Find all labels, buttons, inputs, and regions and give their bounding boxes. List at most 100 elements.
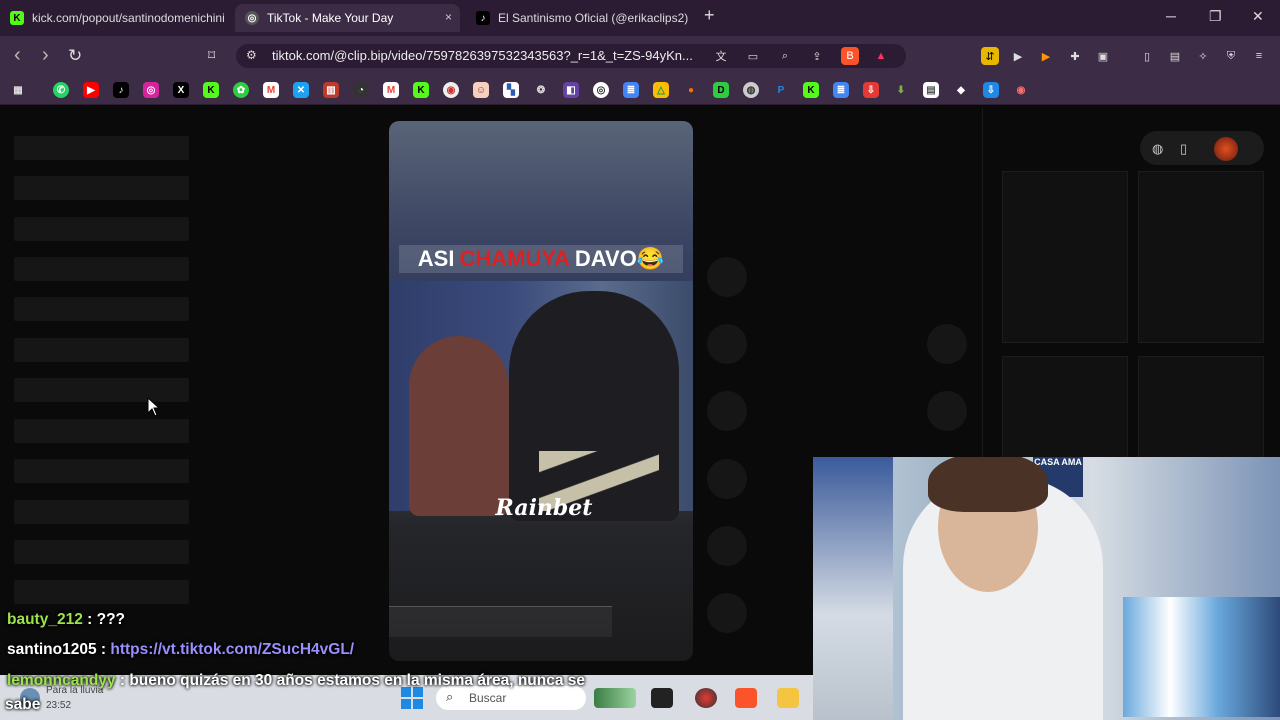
translate-icon[interactable]: 文: [712, 47, 730, 65]
chat-username[interactable]: santino1205: [7, 641, 97, 658]
device-icon[interactable]: ▯: [1180, 141, 1187, 157]
brave-taskbar-icon[interactable]: [735, 688, 757, 708]
forward-button[interactable]: ›: [42, 44, 49, 67]
search-placeholder: Buscar: [469, 691, 507, 705]
thumbnail-placeholder[interactable]: [1138, 171, 1264, 343]
leo-ai-icon[interactable]: ✧: [1194, 47, 1212, 65]
file-explorer-icon[interactable]: [777, 688, 799, 708]
task-view-icon[interactable]: [651, 688, 673, 708]
media-icon[interactable]: ▶: [1037, 47, 1055, 65]
bookmark-blue-icon[interactable]: ✕: [293, 82, 309, 98]
zoom-icon[interactable]: ⌕: [776, 47, 794, 65]
action-button-placeholder[interactable]: [707, 257, 747, 297]
gmail-icon[interactable]: M: [263, 82, 279, 98]
bookmark-dot-icon[interactable]: ●: [683, 82, 699, 98]
brave-shields-icon[interactable]: B: [841, 47, 859, 65]
kick-3-icon[interactable]: K: [803, 82, 819, 98]
action-button-placeholder[interactable]: [707, 593, 747, 633]
extension-icon[interactable]: ⇵: [981, 47, 999, 65]
action-button-placeholder[interactable]: [707, 391, 747, 431]
action-button-placeholder[interactable]: [707, 526, 747, 566]
nav-arrow-placeholder[interactable]: [927, 391, 967, 431]
action-button-placeholder[interactable]: [707, 459, 747, 499]
panel-divider: [982, 108, 983, 458]
minimize-button[interactable]: ─: [1166, 8, 1176, 24]
bookmark-disc-icon[interactable]: ◎: [593, 82, 609, 98]
bookmark-d-icon[interactable]: D: [713, 82, 729, 98]
url-text[interactable]: tiktok.com/@clip.bip/video/7597826397532…: [272, 48, 702, 63]
screenshot-icon[interactable]: ▣: [1094, 47, 1112, 65]
drive-icon[interactable]: △: [653, 82, 669, 98]
sidebar-icon[interactable]: ▯: [1138, 47, 1156, 65]
play-extension-icon[interactable]: ▶: [1009, 47, 1027, 65]
bookmark-green-icon[interactable]: ✿: [233, 82, 249, 98]
kick-2-icon[interactable]: K: [413, 82, 429, 98]
apps-grid-icon[interactable]: ▦: [10, 82, 26, 98]
video-player[interactable]: ASI CHAMUYA DAVO😂 Rainbet: [389, 121, 693, 661]
chat-message: lemonncandyy : bueno quizás en 30 años e…: [7, 672, 585, 690]
back-button[interactable]: ‹: [14, 44, 21, 67]
chat-link[interactable]: https://vt.tiktok.com/ZSucH4vGL/: [110, 641, 354, 658]
docs-icon[interactable]: ≣: [623, 82, 639, 98]
cast-icon[interactable]: ▭: [744, 47, 762, 65]
action-button-placeholder[interactable]: [707, 324, 747, 364]
thumbnail-placeholder[interactable]: [1002, 356, 1128, 458]
youtube-icon[interactable]: ▶: [83, 82, 99, 98]
bookmark-record-icon[interactable]: ◉: [443, 82, 459, 98]
x-icon[interactable]: X: [173, 82, 189, 98]
tab-kick[interactable]: K kick.com/popout/santinodomenichini: [0, 4, 230, 32]
whatsapp-icon[interactable]: ✆: [53, 82, 69, 98]
bookmark-face-icon[interactable]: ☺: [473, 82, 489, 98]
sidebar-placeholder: [14, 378, 189, 402]
globe-icon[interactable]: ◍: [743, 82, 759, 98]
puzzle-icon[interactable]: ✚: [1066, 47, 1084, 65]
site-info-icon[interactable]: ⚙: [246, 48, 257, 62]
docs-2-icon[interactable]: ≣: [833, 82, 849, 98]
restore-button[interactable]: ❐: [1209, 8, 1222, 25]
sidebar-placeholder: [14, 540, 189, 564]
avatar[interactable]: [1214, 137, 1238, 161]
close-tab-icon[interactable]: ×: [445, 10, 452, 24]
wallet-icon[interactable]: ▤: [1166, 47, 1184, 65]
nav-arrow-placeholder[interactable]: [927, 324, 967, 364]
bookmark-circle-icon[interactable]: ◉: [1013, 82, 1029, 98]
twitch-icon[interactable]: ◧: [563, 82, 579, 98]
windows-start-icon[interactable]: [401, 687, 423, 709]
tab-label: kick.com/popout/santinodomenichini: [32, 11, 225, 25]
video-controls-bar[interactable]: [389, 606, 612, 637]
download-blue-icon[interactable]: ⇩: [983, 82, 999, 98]
thumbnail-placeholder[interactable]: [1002, 171, 1128, 343]
download-green-icon[interactable]: ⬇: [893, 82, 909, 98]
bookmark-dark-icon[interactable]: ◔: [353, 82, 369, 98]
gmail-2-icon[interactable]: M: [383, 82, 399, 98]
caption-word: DAVO😂: [574, 246, 665, 271]
tab-tiktok[interactable]: ◎ TikTok - Make Your Day ×: [235, 4, 460, 32]
new-tab-button[interactable]: +: [704, 5, 715, 26]
diamond-icon[interactable]: ◆: [953, 82, 969, 98]
instagram-icon[interactable]: ◎: [143, 82, 159, 98]
document-icon[interactable]: ▤: [923, 82, 939, 98]
bookmark-icon[interactable]: ⌑: [208, 47, 215, 64]
chat-username[interactable]: lemonncandyy: [7, 672, 116, 689]
close-window-button[interactable]: ✕: [1252, 8, 1264, 25]
chat-text: bueno quizás en 30 años estamos en la mi…: [129, 672, 586, 689]
widgets-icon[interactable]: [594, 688, 636, 708]
tiktok-bookmark-icon[interactable]: ♪: [113, 82, 129, 98]
menu-icon[interactable]: ≡: [1250, 47, 1268, 65]
kick-bookmark-icon[interactable]: K: [203, 82, 219, 98]
brave-rewards-icon[interactable]: ▲: [872, 47, 890, 65]
share-icon[interactable]: ⇪: [808, 47, 826, 65]
app-icon[interactable]: [695, 688, 717, 708]
coin-icon[interactable]: ◍: [1152, 141, 1163, 157]
reload-button[interactable]: ↻: [68, 46, 82, 66]
bookmark-grid-icon[interactable]: ▚: [503, 82, 519, 98]
thumbnail-placeholder[interactable]: [1138, 356, 1264, 458]
paypal-icon[interactable]: P: [773, 82, 789, 98]
mouse-cursor-icon: [147, 397, 161, 417]
tab-erikaclips[interactable]: ♪ El Santinismo Oficial (@erikaclips2) |: [466, 4, 691, 32]
chat-username[interactable]: bauty_212: [7, 611, 83, 628]
bookmark-spin-icon[interactable]: ❂: [533, 82, 549, 98]
download-red-icon[interactable]: ⇩: [863, 82, 879, 98]
vpn-icon[interactable]: ⛨: [1222, 47, 1240, 65]
stats-icon[interactable]: ▥: [323, 82, 339, 98]
